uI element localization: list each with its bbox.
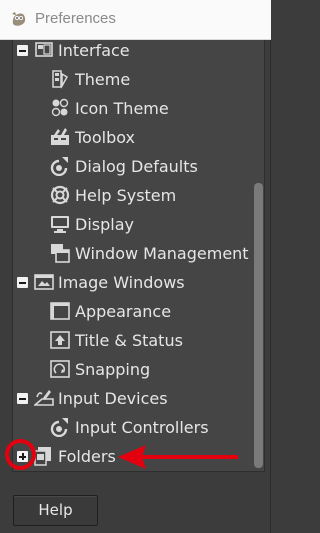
annotation-highlight-circle: [5, 439, 36, 470]
tree-item-label: Title & Status: [75, 331, 183, 350]
tree-item-snapping[interactable]: Snapping: [13, 355, 251, 384]
theme-icon: [52, 70, 69, 89]
vertical-scrollbar[interactable]: [251, 40, 264, 471]
window-title: Preferences: [35, 10, 116, 27]
tree-item-dialog-defaults[interactable]: Dialog Defaults: [13, 152, 251, 181]
collapse-toggle-icon[interactable]: [17, 393, 28, 404]
toolbox-icon: [51, 128, 69, 145]
collapse-toggle-icon[interactable]: [17, 45, 28, 56]
tree-item-label: Dialog Defaults: [75, 157, 198, 176]
tree-item-label: Icon Theme: [75, 99, 169, 118]
title-status-icon: [50, 331, 70, 349]
help-system-icon: [50, 185, 70, 205]
help-button[interactable]: Help: [13, 495, 98, 526]
tree-item-label: Snapping: [75, 360, 151, 379]
input-controllers-icon: [50, 418, 68, 437]
collapse-toggle-icon[interactable]: [17, 277, 28, 288]
dialog-defaults-icon: [50, 157, 68, 176]
tree-item-interface[interactable]: Interface: [13, 40, 251, 65]
tree-item-label: Appearance: [75, 302, 172, 321]
tree-item-input-controllers[interactable]: Input Controllers: [13, 413, 251, 442]
preferences-category-tree[interactable]: Interface Theme Icon Theme Toolbox Dialo…: [12, 40, 265, 472]
preferences-window: Preferences Interface Theme Icon Theme T…: [0, 0, 271, 533]
tree-item-image-windows[interactable]: Image Windows: [13, 268, 251, 297]
tree-item-label: Help System: [75, 186, 177, 205]
tree-item-label: Display: [75, 215, 134, 234]
tree-item-theme[interactable]: Theme: [13, 65, 251, 94]
tree-item-label: Interface: [58, 41, 130, 60]
tree-item-label: Window Management: [75, 244, 249, 263]
icon-theme-icon: [51, 98, 69, 117]
tree-item-icon-theme[interactable]: Icon Theme: [13, 94, 251, 123]
tree-item-window-management[interactable]: Window Management: [13, 239, 251, 268]
snapping-icon: [50, 360, 70, 378]
tree-item-label: Theme: [75, 70, 131, 89]
display-icon: [51, 216, 69, 233]
interface-icon: [35, 42, 53, 57]
appearance-icon: [50, 302, 70, 320]
window-management-icon: [51, 244, 70, 263]
annotation-arrow-icon: [118, 445, 238, 469]
tree-item-input-devices[interactable]: Input Devices: [13, 384, 251, 413]
folders-icon: [34, 447, 51, 466]
tree-item-label: Folders: [58, 447, 116, 466]
image-windows-icon: [34, 274, 54, 290]
title-bar: Preferences: [0, 0, 271, 40]
tree-item-help-system[interactable]: Help System: [13, 181, 251, 210]
tree-item-toolbox[interactable]: Toolbox: [13, 123, 251, 152]
gimp-app-icon: [12, 12, 26, 26]
tree-item-label: Image Windows: [58, 273, 185, 292]
tree-item-display[interactable]: Display: [13, 210, 251, 239]
tree-item-label: Input Devices: [58, 389, 168, 408]
tree-item-label: Toolbox: [75, 128, 135, 147]
scrollbar-thumb[interactable]: [254, 183, 263, 468]
tree-item-label: Input Controllers: [75, 418, 209, 437]
tree-item-title-status[interactable]: Title & Status: [13, 326, 251, 355]
input-devices-icon: [34, 390, 54, 406]
tree-item-appearance[interactable]: Appearance: [13, 297, 251, 326]
